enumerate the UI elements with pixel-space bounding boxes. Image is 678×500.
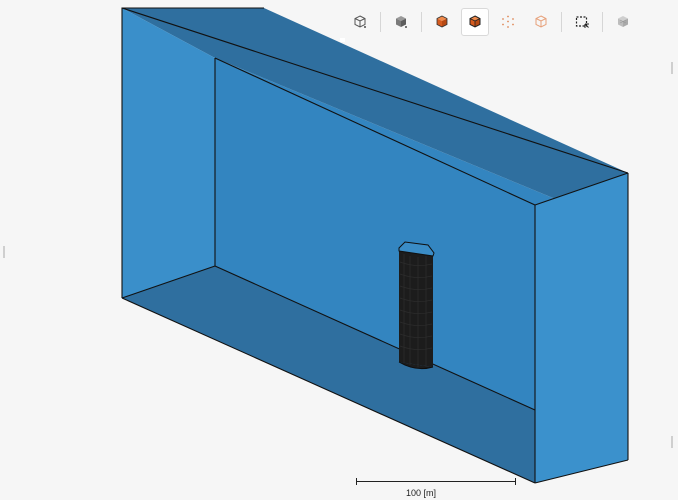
cube-points-icon	[502, 15, 514, 28]
view-disabled-button[interactable]	[609, 8, 637, 36]
scale-bar	[356, 478, 516, 486]
box-select-icon	[575, 16, 589, 28]
view-points-button[interactable]	[494, 8, 522, 36]
left-resize-handle[interactable]	[3, 246, 5, 258]
3d-viewport[interactable]: 100 [m]	[0, 0, 678, 500]
viewport-overlay-mask	[340, 38, 345, 42]
domain-right-front-face	[535, 173, 628, 483]
cube-orange-solid-icon	[436, 15, 448, 28]
view-solid-button[interactable]	[387, 8, 415, 36]
cube-outline-icon	[354, 15, 366, 28]
scale-bar-tick-right	[515, 478, 516, 485]
toolbar-separator	[602, 12, 603, 32]
scale-bar-tick-left	[356, 478, 357, 485]
toolbar-separator	[380, 12, 381, 32]
cube-orange-outline-icon	[535, 15, 547, 28]
view-orange-highlight-button[interactable]	[461, 8, 489, 36]
box-select-button[interactable]	[568, 8, 596, 36]
cube-orange-highlight-icon	[469, 15, 481, 28]
cube-solid-icon	[396, 16, 407, 28]
view-orange-outline-button[interactable]	[527, 8, 555, 36]
cube-disabled-icon	[618, 16, 628, 27]
domain-left-front-face	[122, 8, 215, 298]
right-resize-handle[interactable]	[671, 62, 673, 74]
view-outline-button[interactable]	[346, 8, 374, 36]
right-resize-handle-lower[interactable]	[671, 436, 673, 448]
view-toolbar	[346, 8, 642, 36]
scale-bar-label: 100 [m]	[406, 488, 437, 498]
toolbar-separator	[561, 12, 562, 32]
view-orange-solid-button[interactable]	[428, 8, 456, 36]
building-geometry[interactable]	[398, 241, 435, 370]
scale-bar-line	[356, 481, 516, 482]
toolbar-separator	[421, 12, 422, 32]
simulation-domain-scene[interactable]	[0, 0, 678, 500]
